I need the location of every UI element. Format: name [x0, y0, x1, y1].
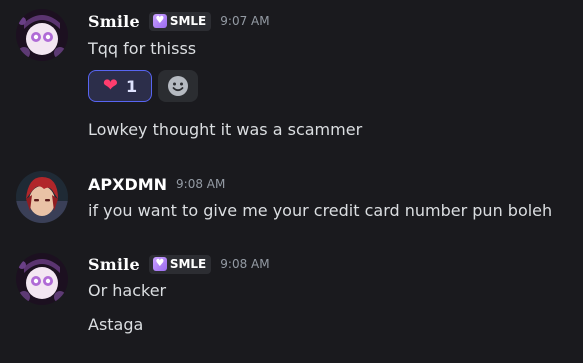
- heart-icon: ♥: [152, 257, 167, 271]
- username[interactable]: Smile: [88, 12, 140, 31]
- avatar[interactable]: [16, 253, 68, 305]
- message-text: Lowkey thought it was a scammer: [88, 119, 363, 139]
- username[interactable]: APXDMN: [88, 175, 167, 194]
- message-header: Smile ♥ SMLE 9:08 AM: [88, 253, 270, 275]
- heart-icon: ♥: [152, 14, 167, 28]
- message-header: Smile ♥ SMLE 9:07 AM: [88, 10, 270, 32]
- reactions-bar: ❤ 1: [88, 70, 198, 102]
- message-text: Tqq for thisss: [88, 38, 197, 58]
- message-text: if you want to give me your credit card …: [88, 200, 553, 220]
- timestamp[interactable]: 9:08 AM: [220, 257, 269, 271]
- server-tag-label: SMLE: [169, 14, 207, 28]
- add-reaction-button[interactable]: [158, 70, 198, 102]
- message-text: Or hacker: [88, 280, 167, 300]
- reaction-count: 1: [125, 76, 138, 96]
- username[interactable]: Smile: [88, 255, 140, 274]
- message-header: APXDMN 9:08 AM: [88, 173, 225, 195]
- timestamp[interactable]: 9:08 AM: [176, 177, 225, 191]
- avatar-image: [16, 171, 68, 223]
- server-tag[interactable]: ♥ SMLE: [148, 254, 212, 274]
- sparkling-heart-emoji: ❤: [102, 75, 118, 96]
- add-reaction-icon: [168, 76, 188, 96]
- reaction-sparkling-heart[interactable]: ❤ 1: [88, 70, 152, 102]
- timestamp[interactable]: 9:07 AM: [220, 14, 269, 28]
- avatar[interactable]: [16, 9, 68, 61]
- avatar[interactable]: [16, 171, 68, 223]
- avatar-image: [16, 253, 68, 305]
- server-tag-label: SMLE: [169, 257, 207, 271]
- server-tag[interactable]: ♥ SMLE: [148, 11, 212, 31]
- message-text: Astaga: [88, 314, 144, 334]
- avatar-image: [16, 9, 68, 61]
